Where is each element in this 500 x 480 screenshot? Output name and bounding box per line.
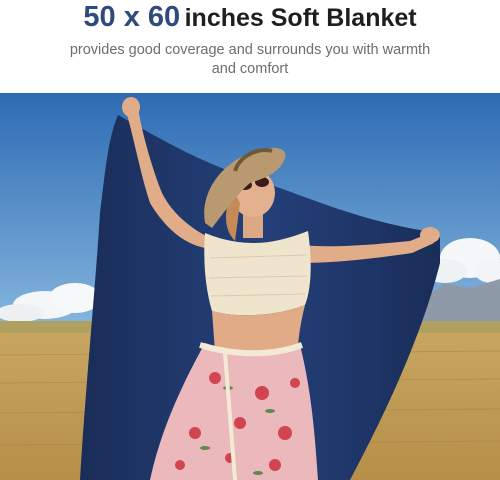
subtitle: provides good coverage and surrounds you… <box>69 42 431 77</box>
header: 50 x 60 inches Soft Blanket provides goo… <box>0 0 500 93</box>
right-hand <box>420 227 440 243</box>
product-image-page: 50 x 60 inches Soft Blanket provides goo… <box>0 0 500 480</box>
left-hand <box>122 97 140 117</box>
title-dimensions: 50 x 60 <box>83 1 181 33</box>
product-photo <box>0 93 500 480</box>
crochet-top <box>204 231 311 316</box>
photo-illustration <box>0 93 500 480</box>
page-title: 50 x 60 inches Soft Blanket <box>0 0 500 39</box>
title-product: inches Soft Blanket <box>184 4 417 32</box>
